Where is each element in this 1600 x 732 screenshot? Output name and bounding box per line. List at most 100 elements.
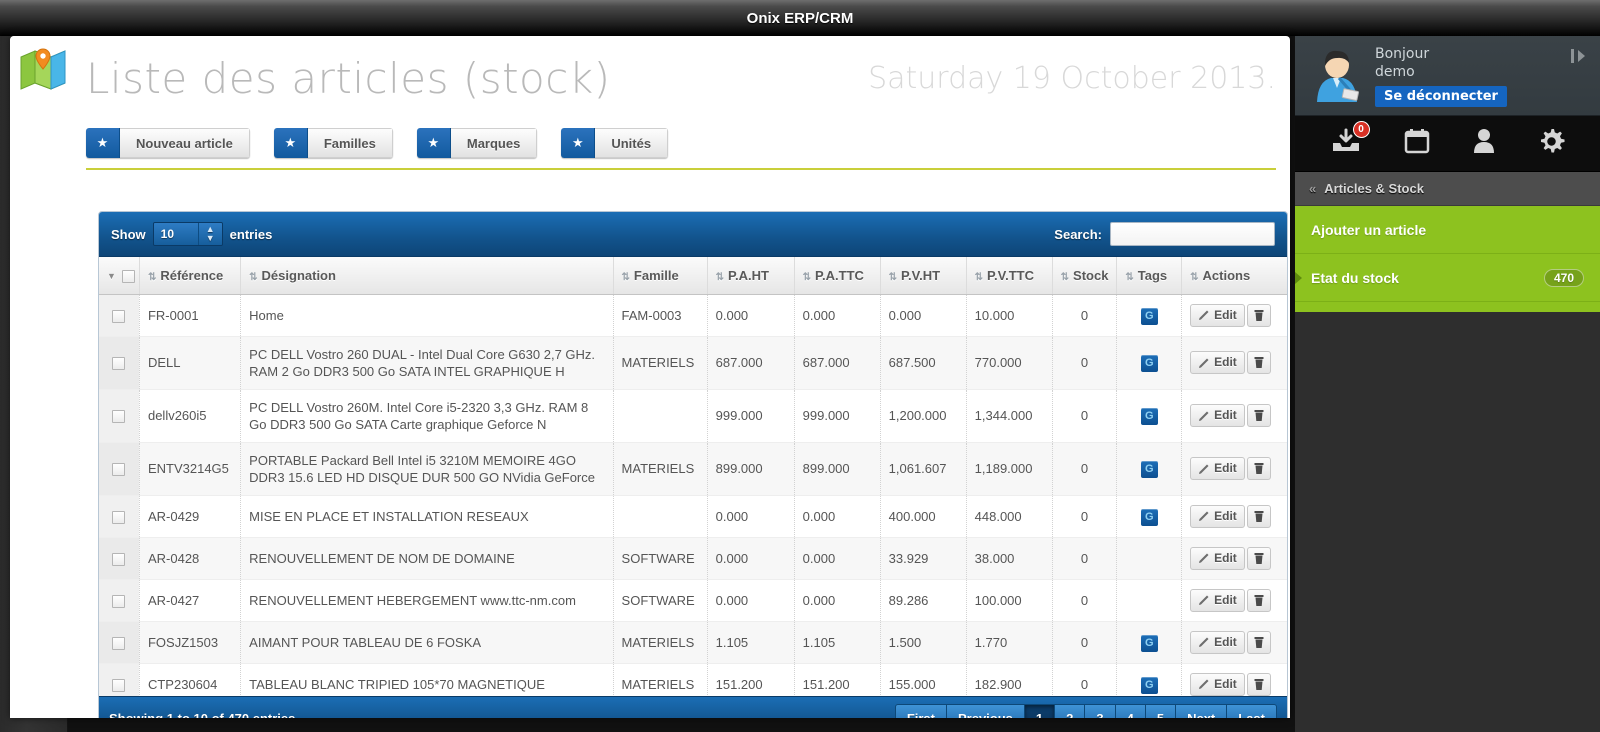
column-header-pa-ttc[interactable]: ⇅ P.A.TTC — [794, 257, 881, 295]
pagination-button-4[interactable]: 4 — [1115, 703, 1146, 718]
row-select-cell[interactable] — [99, 537, 140, 580]
delete-button[interactable] — [1246, 404, 1271, 427]
articles-table-body: FR-0001 Home FAM-0003 0.000 0.000 0.000 10.000… — [99, 294, 1287, 718]
edit-button[interactable]: Edit — [1190, 303, 1245, 327]
row-checkbox[interactable] — [112, 552, 126, 566]
chevron-left-double-icon[interactable]: « — [1309, 181, 1316, 196]
pagination-button-next[interactable]: Next — [1176, 703, 1228, 718]
row-checkbox[interactable] — [112, 309, 126, 323]
pagination-button-3[interactable]: 3 — [1085, 703, 1116, 718]
collapse-panel-icon[interactable] — [1570, 48, 1590, 69]
cell-designation: RENOUVELLEMENT DE NOM DE DOMAINE — [240, 537, 614, 580]
edit-button[interactable]: Edit — [1190, 457, 1245, 480]
pagination-button-last[interactable]: Last — [1227, 703, 1277, 718]
right-sidebar: Bonjour demo Se déconnecter 0 « Articles… — [1295, 36, 1600, 732]
column-header-reference[interactable]: ⇅ Référence — [139, 257, 242, 295]
column-header-pv-ttc[interactable]: ⇅ P.V.TTC — [966, 257, 1053, 295]
delete-button[interactable] — [1246, 672, 1271, 696]
pagination-button-first[interactable]: First — [894, 703, 947, 718]
familles-button[interactable]: ★ Familles — [273, 128, 393, 158]
row-checkbox[interactable] — [112, 410, 126, 424]
cell-pa-ht: 0.000 — [707, 495, 795, 538]
tag-badge[interactable]: G — [1140, 307, 1158, 325]
row-checkbox[interactable] — [112, 636, 126, 650]
calendar-icon[interactable] — [1404, 128, 1430, 159]
row-checkbox[interactable] — [112, 463, 126, 477]
tag-badge[interactable]: G — [1140, 408, 1158, 425]
row-select-cell[interactable] — [99, 389, 140, 443]
tag-badge[interactable]: G — [1140, 508, 1158, 526]
cell-reference: FR-0001 — [139, 294, 242, 337]
pagination-button-5[interactable]: 5 — [1145, 703, 1177, 718]
sidebar-menu-item-1[interactable]: Etat du stock 470 — [1295, 254, 1600, 302]
tag-badge[interactable]: G — [1140, 355, 1158, 372]
edit-button[interactable]: Edit — [1190, 351, 1245, 374]
column-header-actions[interactable]: ⇅ Actions — [1181, 257, 1287, 295]
delete-button[interactable] — [1246, 504, 1271, 528]
delete-button[interactable] — [1246, 630, 1271, 654]
delete-button[interactable] — [1246, 546, 1271, 570]
table-row[interactable]: DELL PC DELL Vostro 260 DUAL - Intel Dual… — [99, 336, 1287, 390]
row-select-cell[interactable] — [99, 579, 140, 622]
unites-button[interactable]: ★ Unités — [561, 128, 669, 158]
pencil-icon — [1199, 511, 1209, 521]
edit-button[interactable]: Edit — [1190, 504, 1245, 528]
edit-button[interactable]: Edit — [1190, 588, 1245, 612]
row-select-cell[interactable] — [99, 294, 140, 337]
table-row[interactable]: AR-0429 MISE EN PLACE ET INSTALLATION RES… — [99, 495, 1287, 538]
table-row[interactable]: ENTV3214G5 PORTABLE Packard Bell Intel i5… — [99, 442, 1287, 496]
column-header-designation[interactable]: ⇅ Désignation — [240, 257, 614, 295]
edit-label: Edit — [1214, 676, 1237, 691]
edit-button[interactable]: Edit — [1190, 630, 1245, 654]
delete-button[interactable] — [1246, 457, 1271, 480]
pencil-icon — [1199, 411, 1209, 421]
edit-button[interactable]: Edit — [1190, 546, 1245, 570]
table-row[interactable]: dellv260i5 PC DELL Vostro 260M. Intel Cor… — [99, 389, 1287, 443]
new-article-button[interactable]: ★ Nouveau article — [86, 128, 250, 158]
table-row[interactable]: AR-0427 RENOUVELLEMENT HEBERGEMENT www.tt… — [99, 579, 1287, 622]
row-checkbox[interactable] — [112, 357, 126, 371]
row-select-cell[interactable] — [99, 336, 140, 390]
row-select-cell[interactable] — [99, 442, 140, 496]
cell-pv-ht: 33.929 — [880, 537, 967, 580]
page-length-select[interactable]: 10 ▲ ▼ — [152, 222, 223, 246]
tag-badge[interactable]: G — [1140, 461, 1158, 478]
edit-button[interactable]: Edit — [1190, 672, 1245, 696]
user-icon[interactable] — [1473, 128, 1495, 159]
table-row[interactable]: AR-0428 RENOUVELLEMENT DE NOM DE DOMAINE S… — [99, 537, 1287, 580]
row-checkbox[interactable] — [112, 510, 126, 524]
cell-famille: SOFTWARE — [613, 537, 708, 580]
edit-button[interactable]: Edit — [1190, 404, 1245, 427]
table-row[interactable]: FOSJZ1503 AIMANT POUR TABLEAU DE 6 FOSKA M… — [99, 621, 1287, 664]
cell-famille: SOFTWARE — [613, 579, 708, 622]
cell-pa-ht: 687.000 — [707, 336, 795, 390]
tag-badge[interactable]: G — [1140, 676, 1158, 694]
cell-tags: G — [1116, 621, 1183, 664]
table-row[interactable]: FR-0001 Home FAM-0003 0.000 0.000 0.000 10.000… — [99, 294, 1287, 337]
select-all-checkbox[interactable] — [121, 269, 135, 283]
column-header-pv-ht[interactable]: ⇅ P.V.HT — [880, 257, 967, 295]
delete-button[interactable] — [1246, 351, 1271, 374]
column-header-stock[interactable]: ⇅ Stock — [1052, 257, 1118, 295]
row-checkbox[interactable] — [112, 594, 126, 608]
column-header-pa-ht[interactable]: ⇅ P.A.HT — [707, 257, 795, 295]
gear-icon[interactable] — [1538, 128, 1565, 160]
inbox-download-icon[interactable]: 0 — [1331, 121, 1370, 159]
cell-pa-ttc: 899.000 — [794, 442, 881, 496]
pagination-button-previous[interactable]: Previous — [946, 703, 1025, 718]
row-checkbox[interactable] — [112, 678, 126, 692]
select-all-header[interactable]: ▼ — [99, 257, 140, 295]
row-select-cell[interactable] — [99, 495, 140, 538]
pagination-button-2[interactable]: 2 — [1055, 703, 1086, 718]
delete-button[interactable] — [1246, 303, 1271, 327]
delete-button[interactable] — [1246, 588, 1271, 612]
row-select-cell[interactable] — [99, 621, 140, 664]
tag-badge[interactable]: G — [1140, 634, 1158, 652]
sidebar-menu-item-0[interactable]: Ajouter un article — [1295, 206, 1600, 254]
logout-button[interactable]: Se déconnecter — [1375, 85, 1507, 107]
column-header-tags[interactable]: ⇅ Tags — [1116, 257, 1183, 295]
pagination-button-1[interactable]: 1 — [1024, 703, 1056, 718]
column-header-famille[interactable]: ⇅ Famille — [613, 257, 708, 295]
search-input[interactable] — [1110, 222, 1275, 246]
marques-button[interactable]: ★ Marques — [416, 128, 538, 158]
